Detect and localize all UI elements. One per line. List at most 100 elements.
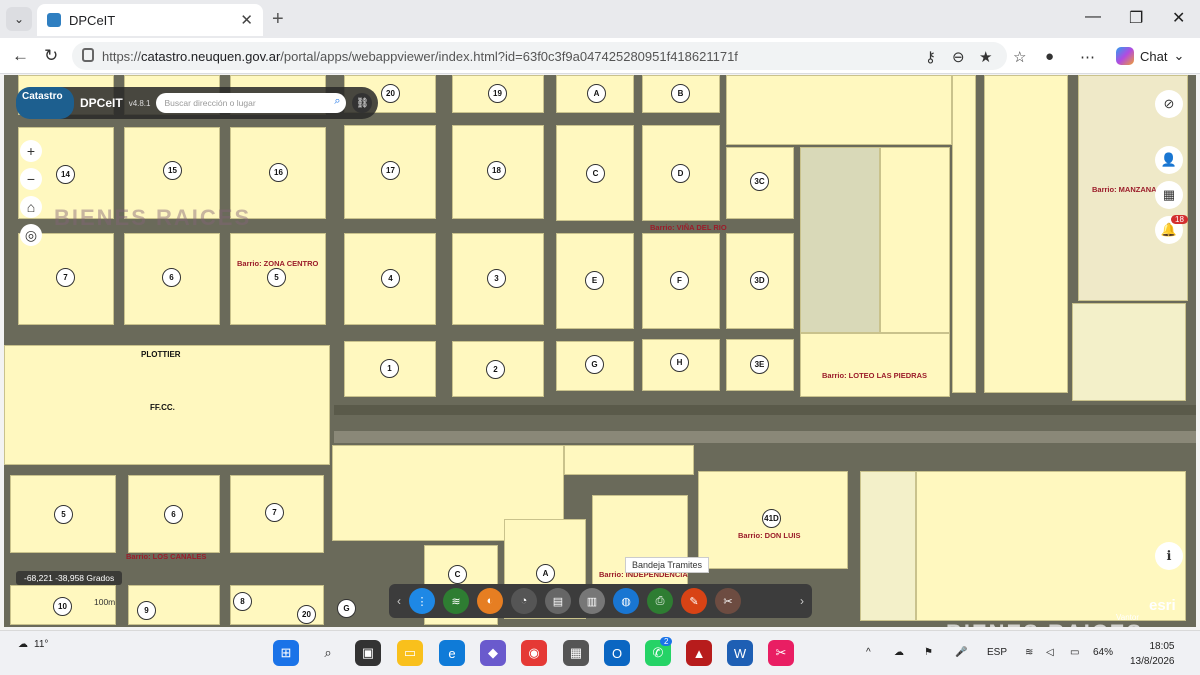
map-block[interactable]: [726, 75, 952, 145]
measure-icon[interactable]: ✂: [715, 588, 741, 614]
microphone-icon[interactable]: 🎤: [955, 647, 967, 658]
block-badge[interactable]: D: [671, 164, 690, 183]
block-badge[interactable]: 3E: [750, 355, 769, 374]
block-badge[interactable]: 9: [137, 601, 156, 620]
block-badge[interactable]: 2: [486, 360, 505, 379]
block-badge[interactable]: 20: [381, 84, 400, 103]
new-tab-button[interactable]: +: [272, 8, 284, 31]
legend-icon[interactable]: ◔: [511, 588, 537, 614]
map-block[interactable]: [984, 75, 1068, 393]
locate-icon[interactable]: ◎: [20, 224, 42, 246]
block-badge[interactable]: A: [587, 84, 606, 103]
outlook-icon[interactable]: O: [604, 640, 630, 666]
block-badge[interactable]: 18: [487, 161, 506, 180]
reload-button[interactable]: ↻: [44, 46, 58, 66]
block-badge[interactable]: 5: [267, 268, 286, 287]
key-icon[interactable]: ⚷: [925, 48, 936, 66]
map-block[interactable]: [564, 445, 694, 475]
close-window-button[interactable]: ✕: [1172, 8, 1185, 28]
info-icon[interactable]: ℹ: [1155, 542, 1183, 570]
volume-icon[interactable]: ◁: [1046, 647, 1054, 658]
block-badge[interactable]: 7: [265, 503, 284, 522]
map-block[interactable]: [800, 333, 950, 397]
block-badge[interactable]: 4: [381, 269, 400, 288]
query-icon[interactable]: ▥: [579, 588, 605, 614]
copilot-chat-button[interactable]: Chat ⌄: [1110, 44, 1190, 68]
restore-button[interactable]: ❐: [1129, 8, 1143, 28]
chrome-icon[interactable]: ◉: [521, 640, 547, 666]
more-icon[interactable]: ⋮: [409, 588, 435, 614]
tab-list-button[interactable]: ⌄: [6, 7, 32, 31]
minimize-button[interactable]: —: [1085, 8, 1101, 26]
close-tab-icon[interactable]: ✕: [240, 11, 253, 29]
map-block[interactable]: [800, 147, 880, 333]
file-explorer-icon[interactable]: ▭: [397, 640, 423, 666]
layers-icon[interactable]: ≋: [443, 588, 469, 614]
onedrive-icon[interactable]: ☁: [894, 647, 904, 658]
battery-icon[interactable]: ▭: [1070, 647, 1079, 658]
print-icon[interactable]: ⎙: [647, 588, 673, 614]
block-badge[interactable]: A: [536, 564, 555, 583]
basemap-icon[interactable]: ◐: [477, 588, 503, 614]
map-block[interactable]: [860, 471, 916, 621]
address-search-input[interactable]: Buscar dirección o lugar ⌕: [156, 93, 347, 113]
profile-avatar-icon[interactable]: ●: [1045, 48, 1054, 65]
security-icon[interactable]: ⚑: [924, 647, 933, 658]
block-badge[interactable]: 20: [297, 605, 316, 624]
block-badge[interactable]: E: [585, 271, 604, 290]
zoom-in-button[interactable]: +: [20, 140, 42, 162]
edit-icon[interactable]: ✎: [681, 588, 707, 614]
block-badge[interactable]: 10: [53, 597, 72, 616]
more-menu-icon[interactable]: ⋯: [1080, 48, 1095, 66]
block-badge[interactable]: G: [585, 355, 604, 374]
edge-browser-icon[interactable]: e: [439, 640, 465, 666]
user-icon[interactable]: 👤: [1155, 146, 1183, 174]
chevron-up-icon[interactable]: ^: [866, 647, 871, 658]
language-indicator[interactable]: ESP: [987, 647, 1007, 658]
block-badge[interactable]: B: [671, 84, 690, 103]
zoom-icon[interactable]: ⊖: [952, 48, 965, 66]
back-button[interactable]: ←: [12, 46, 29, 66]
document-icon[interactable]: ▤: [545, 588, 571, 614]
home-icon[interactable]: ⌂: [20, 196, 42, 218]
calculator-icon[interactable]: ▦: [563, 640, 589, 666]
map-block[interactable]: [952, 75, 976, 393]
block-badge[interactable]: 41D: [762, 509, 781, 528]
block-badge[interactable]: 5: [54, 505, 73, 524]
widgets-grid-icon[interactable]: ▦: [1155, 181, 1183, 209]
url-field[interactable]: https:// catastro.neuquen.gov.ar /portal…: [72, 42, 1007, 70]
tab-dpceit[interactable]: DPCeIT ✕: [37, 4, 263, 36]
block-badge[interactable]: 19: [488, 84, 507, 103]
block-badge[interactable]: 6: [164, 505, 183, 524]
zoom-out-button[interactable]: −: [20, 168, 42, 190]
favorite-star-icon[interactable]: ★: [979, 48, 992, 66]
toolbar-prev-icon[interactable]: ‹: [397, 594, 401, 608]
block-badge[interactable]: 3C: [750, 172, 769, 191]
block-badge[interactable]: 8: [233, 592, 252, 611]
app-icon[interactable]: ▲: [686, 640, 712, 666]
map-block[interactable]: [880, 147, 950, 333]
search-icon[interactable]: ⌕: [315, 640, 341, 666]
block-badge[interactable]: 17: [381, 161, 400, 180]
block-badge[interactable]: 16: [269, 163, 288, 182]
block-badge[interactable]: H: [670, 353, 689, 372]
start-icon[interactable]: ⊞: [273, 640, 299, 666]
block-badge[interactable]: 15: [163, 161, 182, 180]
globe-icon[interactable]: ◍: [613, 588, 639, 614]
clock[interactable]: 18:05 13/8/2026: [1130, 639, 1175, 669]
snipping-tool-icon[interactable]: ✂: [768, 640, 794, 666]
cadastral-map[interactable]: 20 19 A B 15 16 17 18 C D 3C 14 7 6 5 4 …: [4, 75, 1196, 627]
block-badge[interactable]: C: [448, 565, 467, 584]
block-badge[interactable]: 3: [487, 269, 506, 288]
map-block[interactable]: [1072, 303, 1186, 401]
block-badge[interactable]: G: [337, 599, 356, 618]
favorites-icon[interactable]: ☆: [1013, 48, 1026, 66]
link-icon[interactable]: ⛓: [352, 93, 373, 113]
word-icon[interactable]: W: [727, 640, 753, 666]
block-badge[interactable]: 6: [162, 268, 181, 287]
task-view-icon[interactable]: ▣: [355, 640, 381, 666]
block-badge[interactable]: F: [670, 271, 689, 290]
block-badge[interactable]: 1: [380, 359, 399, 378]
weather-widget[interactable]: ☁ 11°: [18, 639, 48, 650]
hide-layers-icon[interactable]: ⊘: [1155, 90, 1183, 118]
